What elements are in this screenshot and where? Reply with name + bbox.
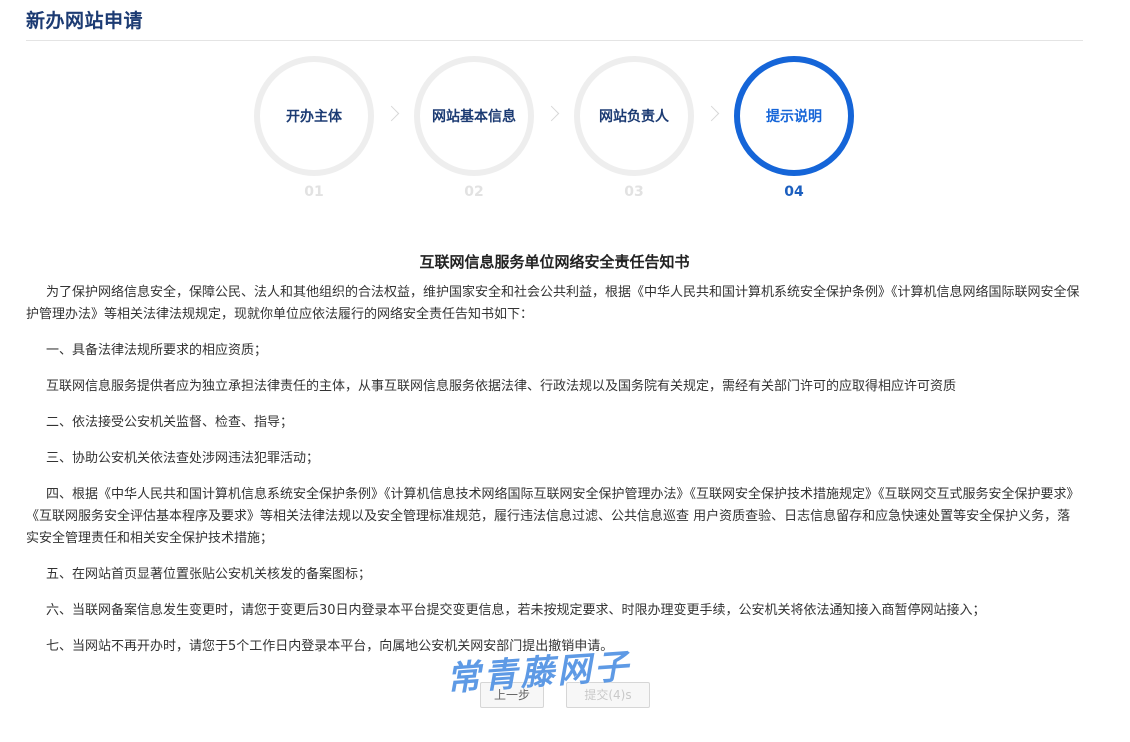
chevron-right-icon bbox=[383, 105, 400, 122]
step-4-number: 04 bbox=[784, 184, 804, 200]
page-header: 新办网站申请 bbox=[26, 8, 1083, 41]
step-1-number: 01 bbox=[304, 184, 324, 200]
step-2-label: 网站基本信息 bbox=[414, 56, 534, 176]
notice-paragraph: 四、根据《中华人民共和国计算机信息系统安全保护条例》《计算机信息技术网络国际互联… bbox=[26, 487, 1080, 546]
notice-paragraph: 三、协助公安机关依法查处涉网违法犯罪活动； bbox=[46, 451, 320, 466]
notice-section: 互联网信息服务单位网络安全责任告知书 为了保护网络信息安全，保障公民、法人和其他… bbox=[26, 250, 1083, 672]
step-indicator: 开办主体 01 网站基本信息 02 网站负责人 03 提示说明 04 bbox=[0, 56, 1130, 216]
page-title: 新办网站申请 bbox=[26, 10, 144, 32]
step-2: 网站基本信息 02 bbox=[414, 56, 534, 216]
notice-paragraph: 互联网信息服务提供者应为独立承担法律责任的主体，从事互联网信息服务依据法律、行政… bbox=[46, 379, 957, 394]
notice-paragraph: 二、依法接受公安机关监督、检查、指导； bbox=[46, 415, 294, 430]
step-3-label: 网站负责人 bbox=[574, 56, 694, 176]
step-3-number: 03 bbox=[624, 184, 644, 200]
step-1: 开办主体 01 bbox=[254, 56, 374, 216]
step-3: 网站负责人 03 bbox=[574, 56, 694, 216]
step-4-label: 提示说明 bbox=[734, 56, 854, 176]
step-4: 提示说明 04 bbox=[734, 56, 854, 216]
notice-paragraph: 六、当联网备案信息发生变更时，请您于变更后30日内登录本平台提交变更信息，若未按… bbox=[46, 603, 986, 618]
notice-paragraph: 五、在网站首页显著位置张贴公安机关核发的备案图标； bbox=[46, 567, 372, 582]
chevron-right-icon bbox=[543, 105, 560, 122]
chevron-right-icon bbox=[703, 105, 720, 122]
step-1-label: 开办主体 bbox=[254, 56, 374, 176]
step-2-number: 02 bbox=[464, 184, 484, 200]
notice-title: 互联网信息服务单位网络安全责任告知书 bbox=[419, 253, 690, 271]
notice-paragraph: 一、具备法律法规所要求的相应资质； bbox=[46, 343, 268, 358]
notice-paragraph: 为了保护网络信息安全，保障公民、法人和其他组织的合法权益，维护国家安全和社会公共… bbox=[26, 285, 1080, 322]
